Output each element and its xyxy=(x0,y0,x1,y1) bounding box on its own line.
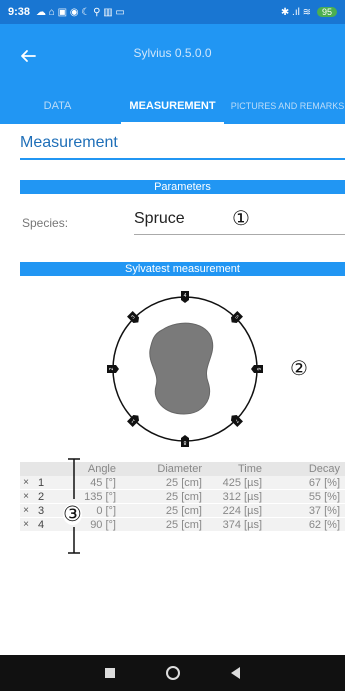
row-index: 1 xyxy=(38,476,45,489)
annotation-two: ② xyxy=(290,356,308,380)
delete-row-button[interactable]: × xyxy=(20,505,32,516)
delete-row-button[interactable]: × xyxy=(20,491,32,502)
system-back-button[interactable] xyxy=(230,667,240,679)
delete-row-button[interactable]: × xyxy=(20,519,32,530)
cell-time: 312 [µs] xyxy=(222,490,262,503)
cell-diameter: 25 [cm] xyxy=(165,476,202,489)
tab-bar: DATA MEASUREMENT PICTURES AND REMARKS xyxy=(0,88,345,124)
species-field[interactable]: Spruce xyxy=(134,210,185,228)
section-divider xyxy=(20,158,345,160)
parameters-header: Parameters xyxy=(20,180,345,194)
cell-time: 374 [µs] xyxy=(222,518,262,531)
row-index: 4 xyxy=(38,518,45,531)
app-title: Sylvius 0.5.0.0 xyxy=(133,46,212,60)
decay-blob xyxy=(149,322,214,415)
tab-measurement[interactable]: MEASUREMENT xyxy=(115,88,230,124)
app-bar: Sylvius 0.5.0.0 xyxy=(0,24,345,88)
cell-diameter: 25 [cm] xyxy=(165,490,202,503)
recents-button[interactable] xyxy=(105,668,116,678)
sylvatest-header: Sylvatest measurement xyxy=(20,262,345,276)
cell-diameter: 25 [cm] xyxy=(165,504,202,517)
tab-pictures-and-remarks[interactable]: PICTURES AND REMARKS xyxy=(230,88,345,124)
sensor-label: 8 xyxy=(183,439,186,445)
annotation-one: ① xyxy=(232,206,250,230)
triangle-back-icon xyxy=(230,667,240,679)
header-decay: Decay xyxy=(308,463,340,475)
navigation-bar xyxy=(0,655,345,691)
status-right: ✱ .ıl ≋ 95 xyxy=(281,7,337,18)
sensor-label: 6 xyxy=(255,368,261,371)
species-label: Species: xyxy=(22,216,69,230)
cell-decay: 55 [%] xyxy=(308,490,340,503)
square-icon xyxy=(105,668,116,678)
home-button[interactable] xyxy=(165,666,180,680)
header-time: Time xyxy=(237,463,262,475)
trunk-sensor-diagram: 45678123 xyxy=(107,291,263,447)
signal-wifi-icons: ✱ .ıl ≋ xyxy=(280,6,311,18)
tab-data[interactable]: DATA xyxy=(0,88,115,124)
cell-diameter: 25 [cm] xyxy=(165,518,202,531)
status-bar: 9:38 ☁ ⌂ ▣ ◉ ☾ ⚲ ▥ ▭ ✱ .ıl ≋ 95 xyxy=(0,0,345,24)
delete-row-button[interactable]: × xyxy=(20,477,32,488)
row-index: 2 xyxy=(38,490,45,503)
section-title: Measurement xyxy=(20,134,118,151)
species-underline xyxy=(134,234,345,235)
header-diameter: Diameter xyxy=(157,463,202,475)
cell-decay: 62 [%] xyxy=(308,518,340,531)
cell-decay: 37 [%] xyxy=(308,504,340,517)
sensor-label: 2 xyxy=(109,367,115,370)
annotation-three: ③ xyxy=(63,502,82,526)
status-time: 9:38 xyxy=(8,6,31,18)
sensor-label: 4 xyxy=(184,293,187,299)
battery-icon: 95 xyxy=(316,7,337,17)
cell-decay: 67 [%] xyxy=(308,476,340,489)
row-index: 3 xyxy=(38,504,45,517)
notification-icons: ☁ ⌂ ▣ ◉ ☾ ⚲ ▥ ▭ xyxy=(36,6,125,18)
cell-time: 425 [µs] xyxy=(222,476,262,489)
cell-time: 224 [µs] xyxy=(222,504,262,517)
circle-icon xyxy=(165,666,180,680)
